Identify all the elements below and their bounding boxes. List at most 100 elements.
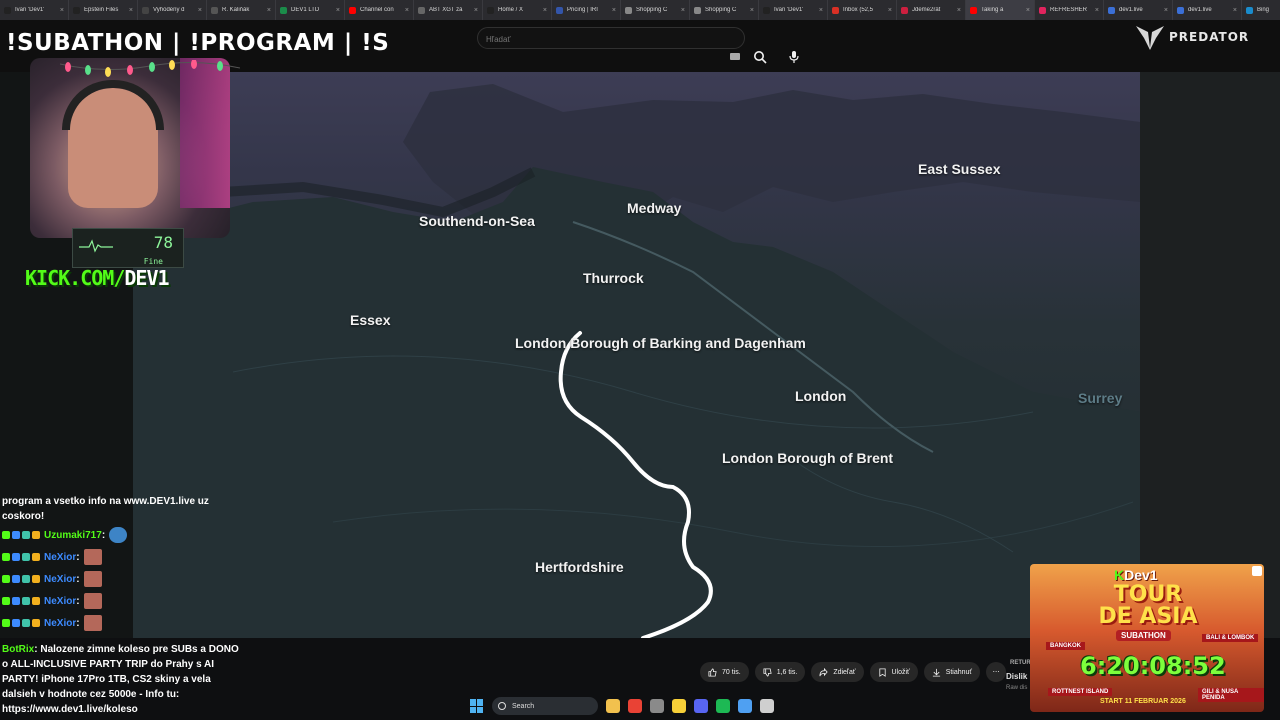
badge-icon [22,553,30,561]
tab-favicon-icon [1039,6,1046,14]
browser-tab[interactable]: dev1.live × [1173,0,1242,20]
browser-tab[interactable]: Home / X × [483,0,552,20]
browser-tab[interactable]: Bing× [1242,0,1280,20]
tab-close-icon[interactable]: × [1233,7,1237,14]
notes-icon[interactable] [672,699,686,713]
browser-tab[interactable]: Channel con × [345,0,414,20]
tab-close-icon[interactable]: × [198,7,202,14]
tab-close-icon[interactable]: × [336,7,340,14]
tab-label: dev1.live [1119,7,1143,13]
chat-username[interactable]: NeXior [44,616,76,631]
browser-tab[interactable]: Ivan 'Dev1' × [0,0,69,20]
tab-close-icon[interactable]: × [543,7,547,14]
kick-url-prefix: KICK.COM/ [25,266,125,290]
microphone-icon[interactable] [788,50,800,64]
browser-tab-strip: Ivan 'Dev1' × Epstein Files × Vyhodeny d × R. … [0,0,1280,20]
more-actions-button[interactable]: ⋯ [986,662,1007,682]
save-button[interactable]: Uložiť [869,662,918,682]
share-button[interactable]: Zdieľať [811,662,864,682]
discord-icon[interactable] [694,699,708,713]
file-explorer-icon[interactable] [606,699,620,713]
tab-label: Vyhodeny d [153,7,185,13]
christmas-lights-icon [60,60,240,77]
like-button[interactable]: 70 tis. [700,662,749,682]
browser-tab[interactable]: Epstein Files × [69,0,138,20]
chat-username[interactable]: Uzumaki717 [44,528,102,543]
tab-label: Jdeme2rát [912,7,941,13]
tab-close-icon[interactable]: × [405,7,409,14]
browser-tab[interactable]: Jdeme2rát × [897,0,966,20]
search-box[interactable] [477,27,745,49]
docs-icon[interactable] [738,699,752,713]
tab-close-icon[interactable]: × [129,7,133,14]
chrome-icon[interactable] [628,699,642,713]
badge-icon [32,575,40,583]
tab-favicon-icon [694,6,701,14]
browser-tab[interactable]: REFRESHER × [1035,0,1104,20]
tab-close-icon[interactable]: × [888,7,892,14]
browser-tab[interactable]: ABT XGT zá × [414,0,483,20]
settings-icon[interactable] [650,699,664,713]
tab-close-icon[interactable]: × [681,7,685,14]
search-icon[interactable] [753,50,767,64]
browser-tab[interactable]: dev1.live × [1104,0,1173,20]
tab-close-icon[interactable]: × [474,7,478,14]
browser-tab[interactable]: Pricing | IRI × [552,0,621,20]
screen: Ivan 'Dev1' × Epstein Files × Vyhodeny d × R. … [0,0,1280,720]
tab-close-icon[interactable]: × [957,7,961,14]
browser-tab[interactable]: Shopping C × [690,0,759,20]
tab-label: Bing [1257,7,1270,13]
map-label: Surrey [1078,390,1123,406]
chat-username[interactable]: NeXior [44,572,76,587]
browser-tab[interactable]: Vyhodeny d × [138,0,207,20]
browser-tab[interactable]: Shopping C × [621,0,690,20]
windows-start-icon[interactable] [470,699,484,713]
map-label: London Borough of Brent [722,450,894,466]
tab-close-icon[interactable]: × [1095,7,1099,14]
browser-tab[interactable]: Taking a × [966,0,1035,20]
tab-favicon-icon [73,6,80,14]
taskbar-search[interactable]: Search [492,697,598,715]
search-input[interactable] [486,32,726,46]
tab-favicon-icon [625,6,632,14]
map-canvas [133,84,1140,638]
dislike-button[interactable]: 1,6 tis. [754,662,806,682]
badge-icon [12,531,20,539]
save-label: Uložiť [891,668,910,676]
browser-tab[interactable]: R. Kaliňák × [207,0,276,20]
tab-close-icon[interactable]: × [750,7,754,14]
tab-close-icon[interactable]: × [60,7,64,14]
poster-start-date: START 11 FEBRUAR 2026 [1100,698,1186,705]
tab-close-icon[interactable]: × [1164,7,1168,14]
poster-brand-k: K [1114,567,1125,583]
share-label: Zdieľať [833,668,856,676]
tab-close-icon[interactable]: × [819,7,823,14]
chat-username[interactable]: NeXior [44,550,76,565]
tab-label: Home / X [498,7,524,13]
spotify-icon[interactable] [716,699,730,713]
obs-icon[interactable] [760,699,774,713]
tab-label: Ivan 'Dev1' [774,7,804,13]
chat-username[interactable]: NeXior [44,594,76,609]
close-icon[interactable] [1252,566,1262,576]
badge-icon [32,597,40,605]
keyboard-icon[interactable] [730,53,740,60]
tab-close-icon[interactable]: × [1026,7,1030,14]
badge-icon [2,575,10,583]
heart-rate-widget: 78 Fine [72,228,184,268]
tab-favicon-icon [901,6,908,14]
search-icon [498,702,506,710]
chat-row: NeXior : [2,590,234,612]
browser-tab[interactable]: Ivan 'Dev1' × [759,0,828,20]
bot-message: BotRix: Nalozene zimne koleso pre SUBs a… [2,644,239,715]
browser-tab[interactable]: DEV1 LTD × [276,0,345,20]
tab-close-icon[interactable]: × [267,7,271,14]
map-view[interactable]: East Sussex Medway Southend-on-Sea Thurrock… [133,72,1140,638]
heart-rate-value: 78 [153,233,173,252]
tab-close-icon[interactable]: × [612,7,616,14]
tab-label: Pricing | IRI [567,7,598,13]
tab-label: R. Kaliňák [222,7,250,13]
browser-tab[interactable]: Inbox (52,5 × [828,0,897,20]
download-button[interactable]: Stiahnuť [923,662,981,682]
return-label: RETUR [1010,660,1031,666]
